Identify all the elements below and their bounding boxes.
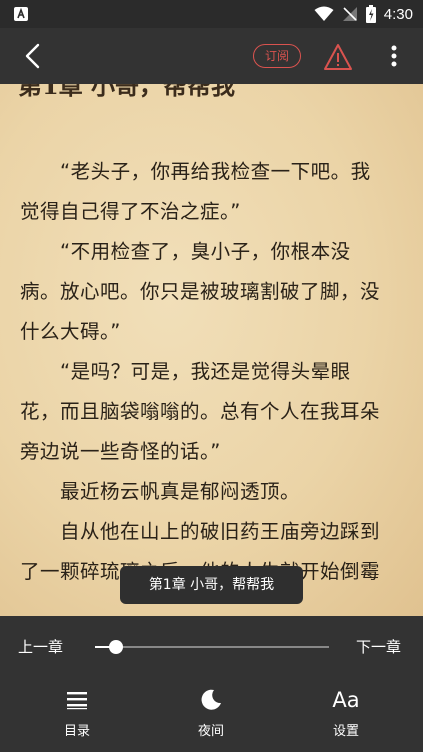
text-line: 病。放心吧。你只是被玻璃割破了脚，没 xyxy=(20,280,381,303)
signal-off-icon xyxy=(342,7,357,21)
next-chapter-button[interactable]: 下一章 xyxy=(356,636,401,657)
text-line: “是吗？可是，我还是觉得头晕眼 xyxy=(60,360,351,383)
warning-icon[interactable] xyxy=(323,43,353,71)
reading-page[interactable]: 第1章 小哥，帮帮我 “老头子，你再给我检查一下吧。我 觉得自己得了不治之症。” “… xyxy=(0,84,423,616)
nav-night-label: 夜间 xyxy=(197,724,224,739)
notification-a-icon xyxy=(14,7,28,21)
more-vertical-icon[interactable] xyxy=(386,42,402,70)
paragraph: “不用检查了，臭小子，你根本没病。放心吧。你只是被玻璃割破了脚，没 什么大碍。” xyxy=(20,232,404,352)
paragraph: “老头子，你再给我检查一下吧。我觉得自己得了不治之症。” xyxy=(20,152,404,232)
progress-thumb[interactable] xyxy=(109,640,124,654)
wifi-icon xyxy=(314,6,334,21)
prev-chapter-button[interactable]: 上一章 xyxy=(18,636,63,657)
text-line: 花，而且脑袋嗡嗡的。总有个人在我耳朵 xyxy=(20,400,381,423)
text-line: 最近杨云帆真是郁闷透顶。 xyxy=(60,480,301,503)
battery-icon xyxy=(365,5,376,23)
top-toolbar: 订阅 xyxy=(0,28,423,84)
moon-icon xyxy=(201,689,221,710)
nav-catalog-label: 目录 xyxy=(63,724,90,739)
menu-icon xyxy=(67,692,87,710)
text-line: 旁边说一些奇怪的话。” xyxy=(20,440,221,463)
chapter-title: 第1章 小哥，帮帮我 xyxy=(18,84,236,100)
back-arrow-icon[interactable] xyxy=(14,38,50,74)
text-line: “老头子，你再给我检查一下吧。我 xyxy=(60,160,371,183)
chapter-progress-slider[interactable] xyxy=(95,640,329,654)
chapter-toast: 第1章 小哥，帮帮我 xyxy=(120,566,303,604)
subscribe-button[interactable]: 订阅 xyxy=(253,44,301,68)
text-line: “不用检查了，臭小子，你根本没 xyxy=(60,240,351,263)
text-line: 什么大碍。” xyxy=(20,320,121,343)
nav-settings[interactable]: Aa 设置 xyxy=(306,686,386,739)
status-bar: 4:30 xyxy=(0,0,423,28)
nav-settings-label: 设置 xyxy=(332,724,359,739)
nav-catalog[interactable]: 目录 xyxy=(37,686,117,739)
status-time: 4:30 xyxy=(383,5,413,23)
font-settings-icon: Aa xyxy=(332,688,360,712)
paragraph: 最近杨云帆真是郁闷透顶。 xyxy=(20,472,404,512)
paragraph: “是吗？可是，我还是觉得头晕眼花，而且脑袋嗡嗡的。总有个人在我耳朵 旁边说一些奇怪… xyxy=(20,352,404,472)
bottom-control-panel: 上一章 下一章 目录 夜间 Aa 设置 xyxy=(0,616,423,752)
text-line: 自从他在山上的破旧药王庙旁边踩到 xyxy=(60,520,381,543)
text-line: 觉得自己得了不治之症。” xyxy=(20,200,241,223)
nav-night-mode[interactable]: 夜间 xyxy=(171,686,251,739)
